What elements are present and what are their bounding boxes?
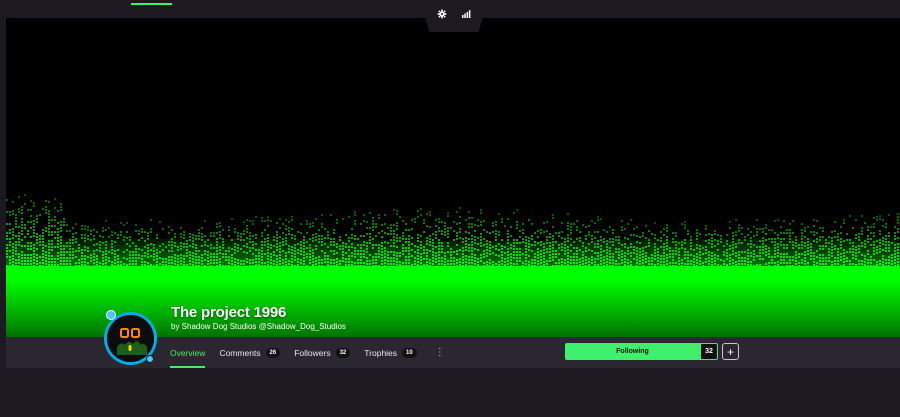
toolbar-tab (420, 0, 488, 32)
tab-label: Overview (170, 347, 206, 358)
content-area (6, 368, 900, 417)
avatar-secondary-badge (146, 355, 154, 363)
project-byline[interactable]: by Shadow Dog Studios @Shadow_Dog_Studio… (171, 322, 346, 331)
top-tab-indicator (131, 3, 172, 5)
bar-chart-icon[interactable] (461, 9, 471, 19)
project-title: The project 1996 (171, 304, 287, 321)
followers-count-badge: 32 (335, 347, 351, 358)
profile-tabs: Overview Comments 26 Followers 32 Trophi… (170, 337, 445, 368)
more-options-icon[interactable]: ⋮ (435, 347, 445, 358)
following-button[interactable]: Following (565, 343, 700, 360)
project-banner (6, 18, 900, 337)
tab-followers[interactable]: Followers 32 (294, 337, 351, 368)
tab-label: Comments (219, 347, 261, 358)
trophies-count-badge: 10 (402, 347, 417, 358)
tab-trophies[interactable]: Trophies 10 (364, 337, 417, 368)
tab-overview[interactable]: Overview (170, 337, 206, 368)
tab-comments[interactable]: Comments 26 (219, 337, 281, 368)
following-count: 32 (700, 343, 718, 360)
tab-label: Trophies (364, 347, 398, 358)
comments-count-badge: 26 (265, 347, 281, 358)
banner-art (6, 18, 900, 337)
avatar-status-badge (106, 310, 116, 320)
gear-icon[interactable] (437, 9, 447, 19)
tab-label: Followers (294, 347, 331, 358)
follow-group: Following 32 + (565, 343, 739, 360)
add-button[interactable]: + (722, 343, 739, 360)
